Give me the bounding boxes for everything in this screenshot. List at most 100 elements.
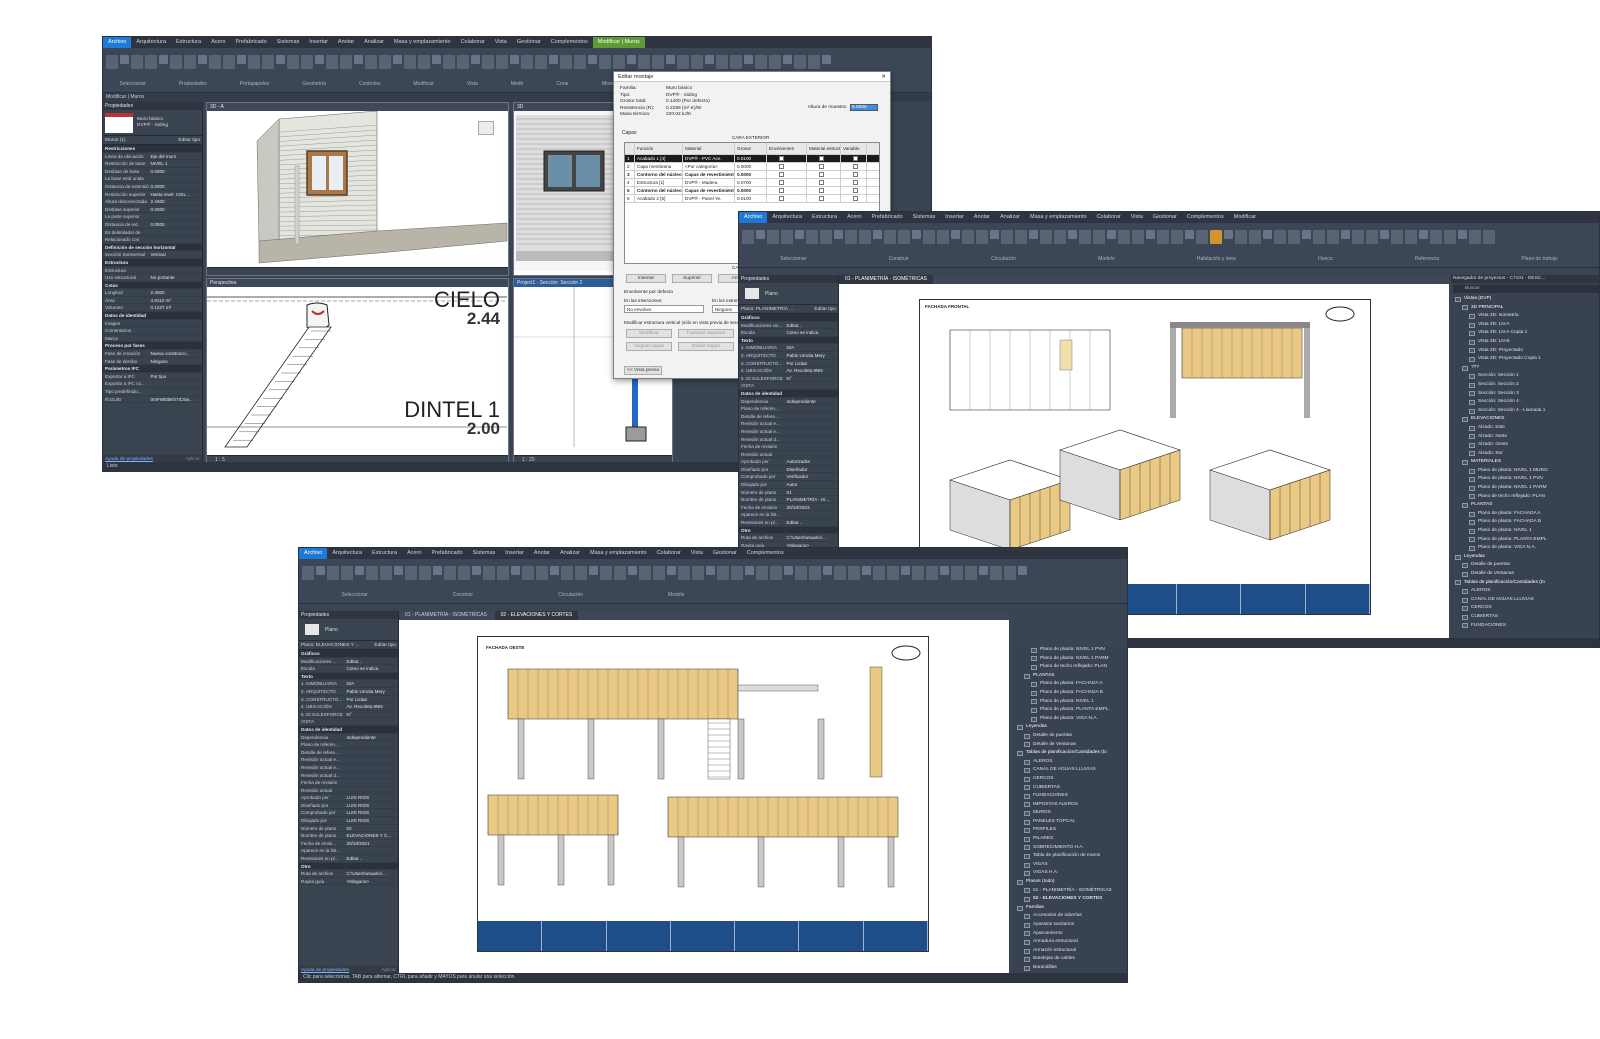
ribbon-tool-icon[interactable]	[497, 566, 509, 580]
browser-item[interactable]: Sección: Sección 3	[1451, 390, 1599, 399]
menu-item[interactable]: Anotar	[969, 212, 995, 223]
ribbon-tool-icon[interactable]	[457, 55, 469, 69]
property-section[interactable]: Datos de identidad	[103, 312, 202, 320]
property-value[interactable]: Eje del muro	[149, 153, 202, 160]
layer-cell[interactable]: 3	[625, 171, 635, 178]
browser-item[interactable]: Plano de planta: NIVEL 1	[1013, 698, 1127, 707]
browser-item[interactable]: Alzado: Oeste	[1451, 441, 1599, 450]
layer-checkbox[interactable]	[807, 171, 841, 178]
browser-item[interactable]: IMPOSTAS ALEROS	[1013, 801, 1127, 810]
type-selector[interactable]: Plano	[299, 619, 398, 641]
view-tab[interactable]: Perspectiva	[207, 279, 508, 287]
menu-item[interactable]: Masa y emplazamiento	[1025, 212, 1092, 223]
ribbon-tool-icon[interactable]	[717, 566, 729, 580]
layer-checkbox[interactable]	[767, 171, 807, 178]
ribbon-tool-icon[interactable]	[628, 566, 637, 575]
ribbon-tool-icon[interactable]	[834, 566, 846, 580]
sheet-canvas[interactable]: FACHADA OESTE	[399, 620, 1009, 975]
ribbon-tool-icon[interactable]	[1313, 230, 1325, 244]
browser-item[interactable]: Tablas de planificación/Cantidades (to	[1013, 749, 1127, 758]
ribbon-tool-icon[interactable]	[1068, 230, 1077, 239]
property-section[interactable]: Restricciones	[103, 145, 202, 153]
browser-item[interactable]: Armadura estructural	[1013, 938, 1127, 947]
property-value[interactable]: LUIS RIOS	[345, 809, 398, 816]
ribbon-tool-icon[interactable]	[549, 55, 558, 64]
edit-type-button[interactable]: Editar tipo	[814, 305, 836, 313]
property-value[interactable]: 0.0000	[149, 168, 202, 175]
layer-checkbox[interactable]	[841, 163, 867, 170]
layer-checkbox[interactable]	[767, 179, 807, 186]
property-value[interactable]	[149, 335, 202, 342]
ribbon-tool-icon[interactable]	[536, 566, 548, 580]
ribbon-tool-icon[interactable]	[1469, 230, 1481, 244]
property-value[interactable]: Independiente	[785, 398, 838, 405]
property-section[interactable]: Datos de identidad	[299, 725, 398, 734]
ribbon-tool-icon[interactable]	[106, 55, 118, 69]
layer-cell[interactable]: 0.0100	[735, 195, 767, 202]
ribbon-tool-icon[interactable]	[848, 566, 860, 580]
property-value[interactable]: 2.4400	[149, 198, 202, 205]
instance-filter[interactable]: Plano: PLANIMETRÍA ...	[741, 305, 793, 313]
property-value[interactable]: 0.0000	[149, 206, 202, 213]
ribbon-tool-icon[interactable]	[1054, 230, 1066, 244]
ribbon-tool-icon[interactable]	[432, 55, 441, 64]
property-value[interactable]: Ninguno	[149, 358, 202, 365]
browser-item[interactable]: PLANTAS	[1451, 501, 1599, 510]
property-value[interactable]: Diseñador	[785, 466, 838, 473]
menu-item[interactable]: Colaborar	[652, 548, 686, 559]
ribbon-tool-icon[interactable]	[730, 55, 742, 69]
ribbon-tool-icon[interactable]	[405, 566, 417, 580]
ribbon-tool-icon[interactable]	[965, 566, 977, 580]
property-value[interactable]	[149, 213, 202, 220]
property-value[interactable]	[785, 413, 838, 420]
ribbon-tool-icon[interactable]	[1029, 230, 1038, 239]
layer-checkbox[interactable]	[767, 187, 807, 194]
ribbon-tool-icon[interactable]	[393, 55, 402, 64]
property-value[interactable]	[345, 718, 398, 725]
ribbon-tool-icon[interactable]	[471, 55, 480, 64]
close-icon[interactable]: ✕	[881, 72, 886, 82]
ribbon-tool-icon[interactable]	[692, 566, 704, 580]
ribbon-tool-icon[interactable]	[898, 230, 910, 244]
edit-type-button[interactable]: Editar tipo	[374, 641, 396, 649]
ribbon-tool-icon[interactable]	[354, 55, 363, 64]
ribbon-tool-icon[interactable]	[522, 566, 534, 580]
browser-item[interactable]: Aparatos sanitarios	[1013, 921, 1127, 930]
ribbon-tool-icon[interactable]	[341, 566, 353, 580]
ribbon-tool-icon[interactable]	[859, 230, 871, 244]
merge-regions-button[interactable]: Fusionar regiones	[678, 329, 734, 338]
menu-item[interactable]: Sistemas	[908, 212, 941, 223]
browser-item[interactable]: Plano de techo reflejado: PLAN	[1451, 493, 1599, 502]
sample-height-input[interactable]: 6.0000	[850, 104, 878, 111]
menu-item[interactable]: Vista	[686, 548, 708, 559]
layer-checkbox[interactable]	[807, 163, 841, 170]
ribbon-tool-icon[interactable]	[781, 230, 793, 244]
ribbon-tool-icon[interactable]	[912, 230, 921, 239]
ribbon-tool-icon[interactable]	[120, 55, 129, 64]
menu-item[interactable]: Colaborar	[456, 37, 490, 48]
ribbon-tool-icon[interactable]	[326, 55, 338, 69]
menu-item[interactable]: Colaborar	[1092, 212, 1126, 223]
ribbon-tool-icon[interactable]	[614, 566, 626, 580]
menu-item[interactable]: Gestionar	[708, 548, 742, 559]
modify-button[interactable]: Modificar	[626, 329, 672, 338]
ribbon-tool-icon[interactable]	[940, 566, 949, 575]
property-value[interactable]: Nueva construcci...	[149, 350, 202, 357]
layer-checkbox[interactable]	[807, 155, 841, 162]
property-section[interactable]: Cotas	[103, 281, 202, 290]
menu-item[interactable]: Analizar	[359, 37, 389, 48]
property-value[interactable]: LUIS RIOS	[345, 817, 398, 824]
layer-cell[interactable]: Contorno del núcleo	[635, 171, 683, 178]
browser-item[interactable]: ELEVACIONES	[1451, 415, 1599, 424]
property-value[interactable]: Hasta nivel: CIEL...	[149, 191, 202, 198]
layer-row[interactable]: 4 Estructura [1] DVP® - Madera 0.0700	[625, 179, 879, 187]
ribbon-tool-icon[interactable]	[198, 55, 207, 64]
ribbon-tool-icon[interactable]	[976, 230, 988, 244]
property-value[interactable]	[149, 380, 202, 387]
ribbon-tool-icon[interactable]	[1419, 230, 1428, 239]
property-value[interactable]: NIVEL 1	[149, 160, 202, 167]
browser-item[interactable]: VIGAS H.A.	[1013, 869, 1127, 878]
property-value[interactable]	[345, 741, 398, 748]
browser-item[interactable]: Leyendas	[1451, 553, 1599, 562]
property-value[interactable]	[345, 749, 398, 756]
